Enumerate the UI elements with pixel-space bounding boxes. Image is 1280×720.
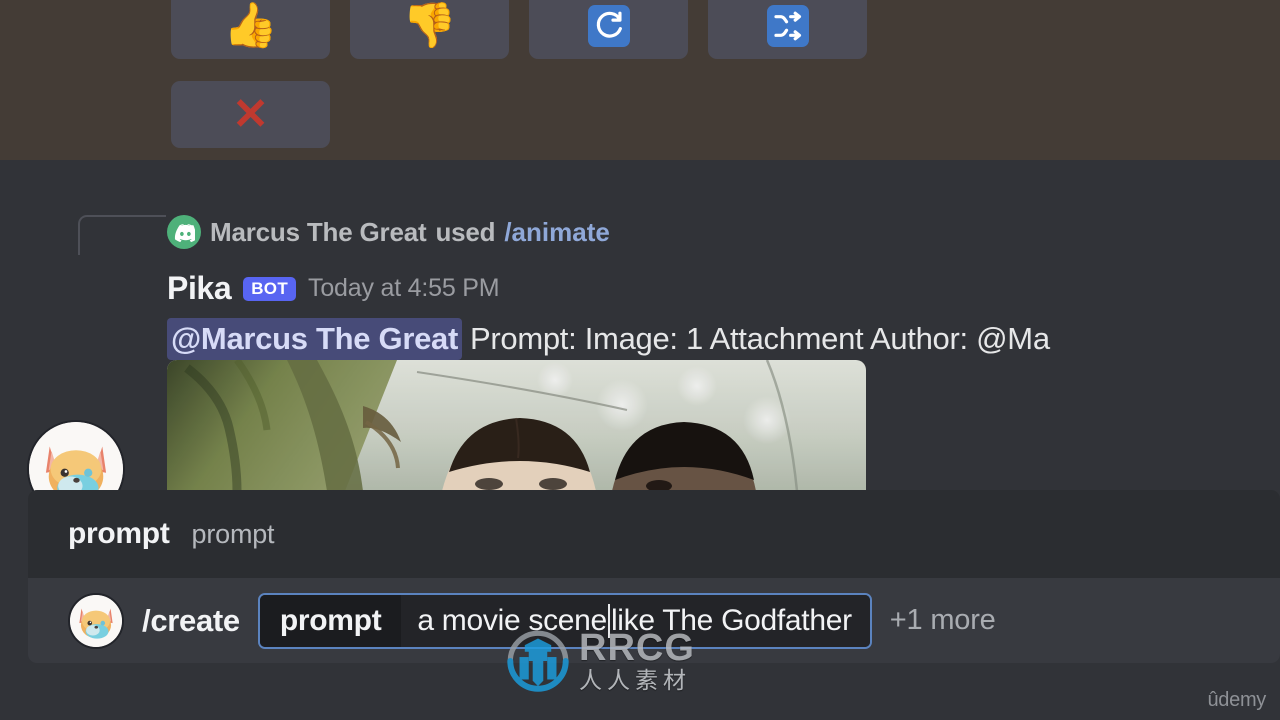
discord-logo-icon: [167, 215, 201, 249]
param-value-before-caret: a movie scene: [417, 603, 607, 637]
bot-message: Marcus The Great used /animate Pika BOT …: [0, 160, 1280, 518]
message-fields: Prompt: Image: 1 Attachment Author: @Ma: [470, 321, 1050, 356]
slash-command-name: /create: [142, 602, 240, 638]
discord-screenshot: 👍 👎 ✕ Marcus The Great used /animate Pik…: [0, 0, 1280, 720]
image-attachment[interactable]: [167, 360, 866, 491]
highlighted-message-reactions: 👍 👎 ✕: [0, 0, 1280, 160]
message-composer[interactable]: /create prompt a movie scene like The God…: [28, 578, 1280, 663]
thumbs-down-icon: 👎: [402, 0, 457, 50]
cancel-x-icon: ✕: [232, 89, 269, 139]
text-caret: [607, 603, 610, 638]
user-mention[interactable]: @Marcus The Great: [167, 318, 462, 360]
reaction-shuffle-button[interactable]: [708, 0, 867, 59]
reply-spine: [78, 215, 166, 255]
reaction-thumbs-up-button[interactable]: 👍: [171, 0, 330, 59]
composer-avatar: [68, 592, 124, 649]
bot-badge: BOT: [243, 276, 297, 301]
reaction-row-secondary: ✕: [171, 81, 330, 148]
message-author-line: Pika BOT Today at 4:55 PM: [167, 270, 500, 307]
message-content: @Marcus The Great Prompt: Image: 1 Attac…: [167, 318, 1050, 360]
author-name[interactable]: Pika: [167, 270, 232, 307]
reply-reference[interactable]: Marcus The Great used /animate: [167, 215, 610, 249]
param-value-after-caret: like The Godfather: [610, 603, 852, 637]
thumbs-up-icon: 👍: [223, 0, 278, 50]
command-option-hint[interactable]: prompt prompt: [28, 490, 1280, 578]
more-options-label[interactable]: +1 more: [890, 604, 996, 637]
reply-username: Marcus The Great: [210, 216, 427, 247]
reaction-reload-button[interactable]: [529, 0, 688, 59]
reaction-row-primary: 👍 👎: [171, 0, 867, 59]
command-param-field[interactable]: prompt a movie scene like The Godfather: [257, 592, 872, 649]
reaction-cancel-button[interactable]: ✕: [171, 81, 330, 148]
option-description: prompt: [191, 518, 275, 549]
reaction-thumbs-down-button[interactable]: 👎: [350, 0, 509, 59]
param-key-chip: prompt: [259, 594, 402, 647]
param-value-input[interactable]: a movie scene like The Godfather: [401, 594, 870, 647]
shuffle-icon: [766, 4, 809, 47]
rrcg-subtitle: 人人素材: [579, 668, 691, 694]
udemy-watermark: ûdemy: [1207, 689, 1266, 711]
message-timestamp: Today at 4:55 PM: [308, 274, 500, 302]
reply-command-link[interactable]: /animate: [504, 217, 610, 248]
reply-used-label: used: [435, 216, 496, 247]
reload-icon: [587, 4, 630, 47]
option-name: prompt: [68, 517, 170, 550]
